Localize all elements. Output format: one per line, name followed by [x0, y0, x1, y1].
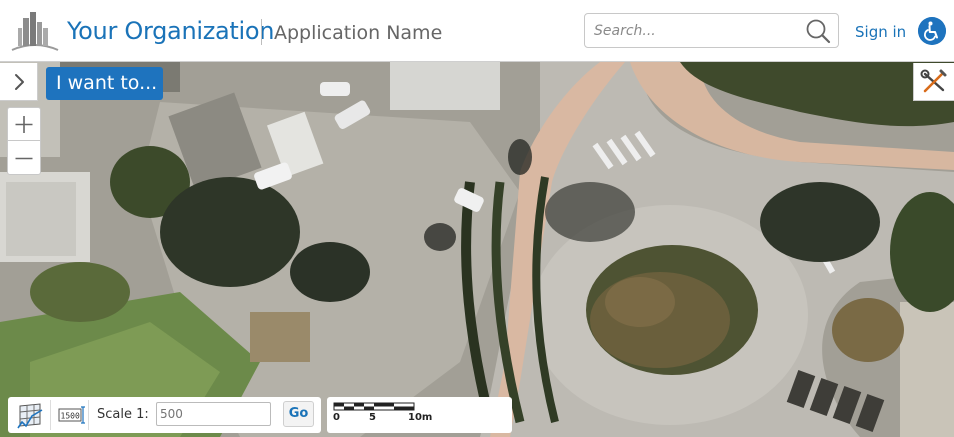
chevron-right-icon [15, 74, 24, 90]
panel-toggle-button[interactable] [0, 63, 38, 101]
application-name: Application Name [274, 22, 443, 44]
go-button[interactable]: Go [283, 401, 314, 427]
header-bar: Your Organization Application Name Sign … [0, 0, 954, 62]
zoom-control [7, 107, 41, 175]
footer-separator [50, 400, 51, 430]
i-want-to-button[interactable]: I want to... [46, 67, 163, 100]
organization-name[interactable]: Your Organization [67, 17, 275, 45]
sign-in-link[interactable]: Sign in [855, 23, 906, 41]
scale-icon: 1500 [58, 406, 85, 424]
app-root: Your Organization Application Name Sign … [0, 0, 954, 437]
plus-icon [15, 116, 33, 133]
basemap-button[interactable] [14, 400, 46, 430]
wrench-screwdriver-icon [920, 69, 947, 93]
header-divider [261, 19, 262, 45]
scale-panel: 1500 Scale 1: Go [8, 397, 321, 433]
search-box [584, 13, 839, 48]
map-view[interactable] [0, 62, 954, 437]
minus-icon [15, 157, 33, 160]
scale-input[interactable] [156, 402, 271, 426]
aerial-imagery [0, 62, 954, 437]
basemap-grid-icon [17, 403, 43, 429]
zoom-out-button[interactable] [8, 142, 40, 175]
tools-button[interactable] [913, 63, 954, 101]
scale-bar-label-0: 0 [333, 412, 340, 423]
search-input[interactable] [594, 21, 794, 41]
scale-bar-label-10: 10m [408, 412, 433, 423]
scale-icon-text: 1500 [61, 412, 80, 421]
scale-label: Scale 1: [97, 407, 149, 422]
zoom-in-button[interactable] [8, 108, 40, 141]
search-icon[interactable] [805, 18, 831, 44]
scale-bar: 0 5 10m [327, 397, 512, 433]
footer-separator-2 [88, 400, 89, 430]
city-logo-icon [11, 12, 59, 51]
accessibility-icon[interactable] [918, 17, 946, 45]
scale-bar-label-5: 5 [369, 412, 376, 423]
scale-toggle-button[interactable]: 1500 [56, 401, 86, 429]
